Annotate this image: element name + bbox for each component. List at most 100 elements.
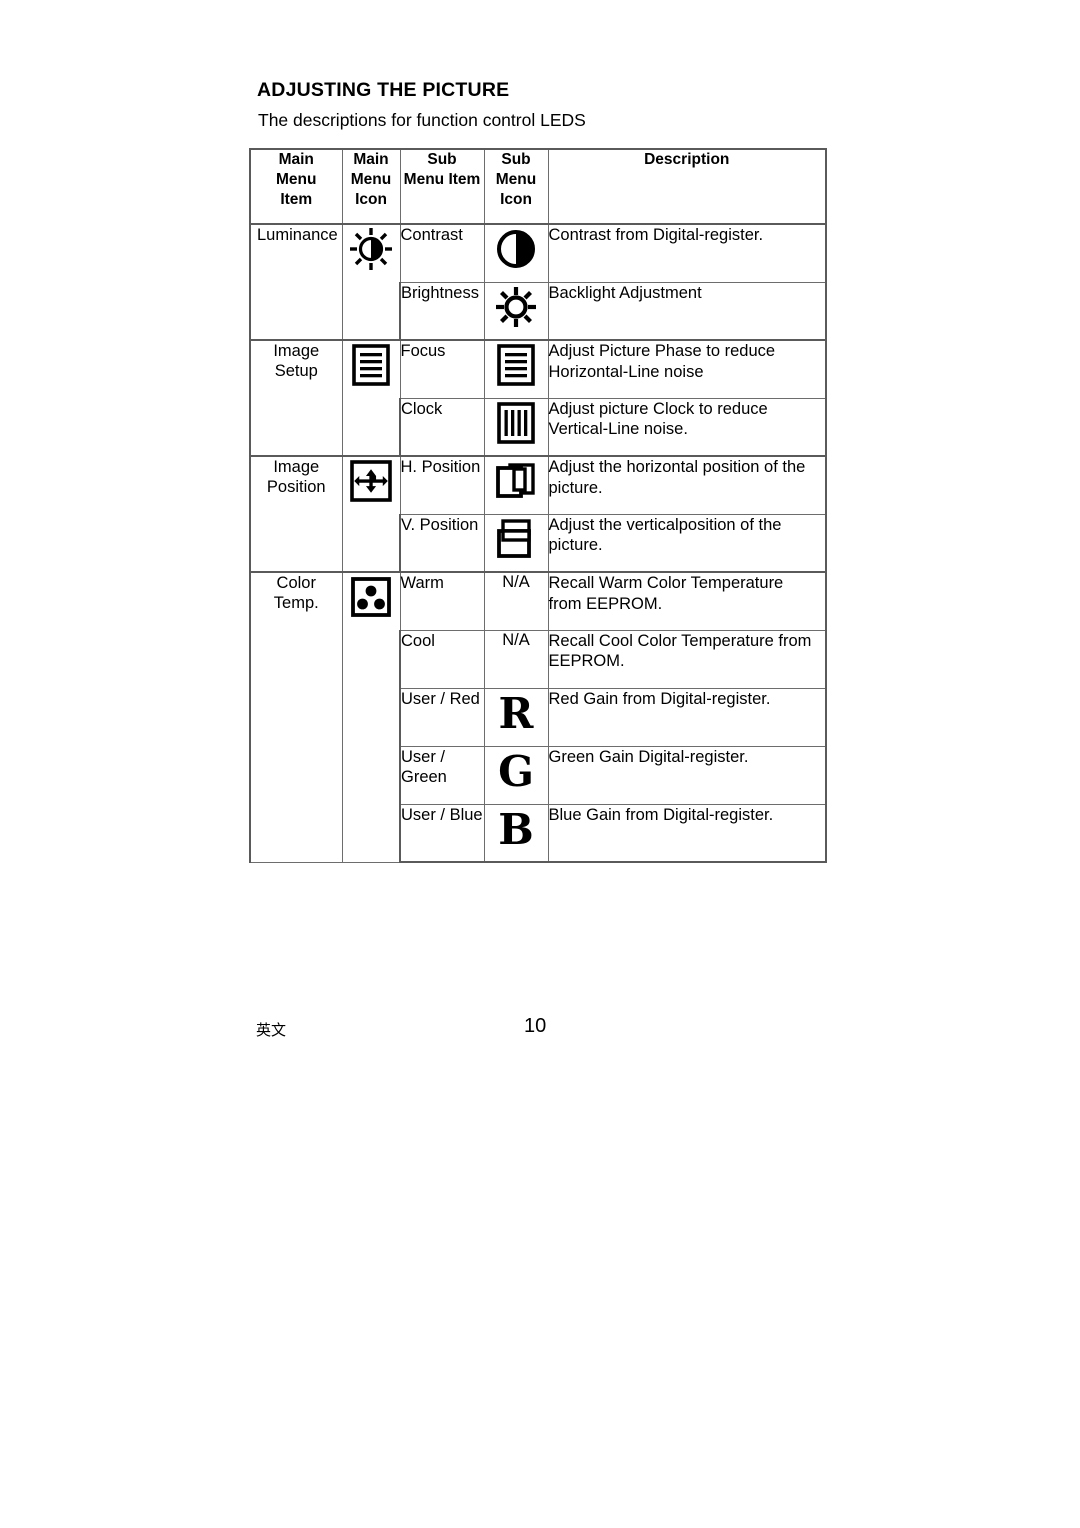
description-line: Vertical-Line noise. [548,420,688,439]
description-cell: Recall Warm Color Temperature from EEPRO… [547,571,827,631]
letter-g-icon: G [492,747,540,795]
main-menu-item-image-setup: Image Setup [249,339,343,457]
description-line: Adjust picture Clock to reduce [548,399,768,418]
header-line: Icon [500,190,532,208]
sub-menu-icon-cell: R [483,687,549,747]
sub-menu-item-user-red: User / Red [399,687,485,747]
sub-menu-icon-cell [483,281,549,341]
sun-contrast-icon [347,225,395,273]
sub-menu-item-contrast: Contrast [399,223,485,283]
header-line: Main [278,151,314,168]
table-row: Color Temp. Warm N/A Recall Warm Color T… [249,571,827,863]
main-menu-icon-cell [341,223,401,341]
main-menu-item-image-position: Image Position [249,455,343,573]
table-row: Image Setup Focus Adjust Picture Phase t… [249,339,827,457]
sub-menu-item-clock: Clock [399,397,485,457]
sub-menu-item-warm: Warm [399,571,485,631]
header-main-menu-item: Main Menu Item [249,148,343,225]
table-header-row: Main Menu Item Main Menu Icon Sub Menu I… [249,148,827,225]
description-line: picture. [548,536,603,555]
main-menu-item-line: Temp. [273,594,319,613]
sub-menu-icon-cell: B [483,803,549,863]
sub-menu-icon-cell [483,455,549,515]
main-menu-item-line: Position [266,478,326,497]
vertical-shift-frames-icon [492,515,540,563]
header-line: Menu [276,170,317,188]
svg-text:R: R [499,689,535,737]
sub-menu-item-brightness: Brightness [399,281,485,341]
description-line: Recall Cool Color Temperature from [548,631,812,650]
header-main-menu-icon: Main Menu Icon [341,148,401,225]
sub-menu-icon-na: N/A [483,629,549,689]
footer-language-mark: 英文 [256,1021,287,1039]
header-line: Sub [427,151,457,168]
main-menu-icon-cell [341,571,401,863]
description-line: Adjust the verticalposition of the [548,515,782,534]
description-cell: Adjust Picture Phase to reduce Horizonta… [547,339,827,399]
main-menu-item-line: Setup [274,362,318,381]
main-menu-item-line: Color [276,574,316,592]
main-menu-item-luminance: Luminance [249,223,343,341]
main-menu-item-line: Image [273,342,320,360]
letter-r-icon: R [492,689,540,737]
sub-menu-icon-cell: G [483,745,549,805]
sub-menu-item-focus: Focus [399,339,485,399]
sun-icon [492,283,540,331]
description-cell: Red Gain from Digital-register. [547,687,827,747]
description-line: Adjust Picture Phase to reduce [548,342,776,360]
sub-menu-item-v-position: V. Position [399,513,485,573]
sub-menu-item-cool: Cool [399,629,485,689]
description-line: from EEPROM. [548,594,663,613]
header-line: Main [353,151,389,168]
main-menu-item-color-temp: Color Temp. [249,571,343,863]
description-cell: Contrast from Digital-register. [547,223,827,283]
description-cell: Blue Gain from Digital-register. [547,803,827,863]
three-dots-frame-icon [347,573,395,621]
header-line: Menu [350,170,392,188]
description-cell: Adjust the verticalposition of the pictu… [547,513,827,573]
sub-menu-icon-cell [483,339,549,399]
sub-menu-item-user-blue: User / Blue [399,803,485,863]
header-sub-menu-item: Sub Menu Item [399,148,485,225]
header-description: Description [547,148,827,225]
main-menu-icon-cell [341,455,401,573]
letter-b-icon: B [492,805,540,853]
table-row: Luminance Contrast Contrast from Digital… [249,223,827,341]
half-filled-circle-icon [492,225,540,273]
description-line: Horizontal-Line noise [548,362,704,381]
sub-menu-icon-cell [483,513,549,573]
svg-text:G: G [498,747,534,795]
header-sub-menu-icon: Sub Menu Icon [483,148,549,225]
sub-menu-icon-cell [483,223,549,283]
sub-menu-item-line: User / [401,747,446,766]
page-number: 10 [524,1015,547,1037]
horizontal-lines-frame-icon [347,341,395,389]
header-line: Sub [501,151,531,168]
sub-menu-item-user-green: User / Green [399,745,485,805]
description-cell: Recall Cool Color Temperature from EEPRO… [547,629,827,689]
description-line: Adjust the horizontal position of the [548,458,806,476]
svg-text:B: B [498,805,534,853]
vertical-lines-frame-icon [492,399,540,447]
main-menu-item-line: Image [273,458,320,476]
header-line: Menu [495,170,537,188]
description-line: Recall Warm Color Temperature [548,574,784,592]
description-cell: Adjust the horizontal position of the pi… [547,455,827,515]
sub-menu-icon-na: N/A [483,571,549,631]
page-title: ADJUSTING THE PICTURE [257,79,510,101]
document-page: ADJUSTING THE PICTURE The descriptions f… [0,0,1080,1528]
description-cell: Adjust picture Clock to reduce Vertical-… [547,397,827,457]
horizontal-lines-frame-icon [492,341,540,389]
header-line: Item [280,190,313,208]
main-menu-icon-cell [341,339,401,457]
header-line: Menu Item [403,170,481,188]
sub-menu-item-h-position: H. Position [399,455,485,515]
page-subtitle: The descriptions for function control LE… [258,110,586,130]
horizontal-shift-frames-icon [492,457,540,505]
sub-menu-item-line: Green [401,767,447,786]
four-way-arrows-icon [347,457,395,505]
header-line: Icon [355,190,387,208]
table-row: Image Position H. Position Adjust the ho… [249,455,827,573]
description-line: picture. [548,478,603,497]
description-cell: Green Gain Digital-register. [547,745,827,805]
